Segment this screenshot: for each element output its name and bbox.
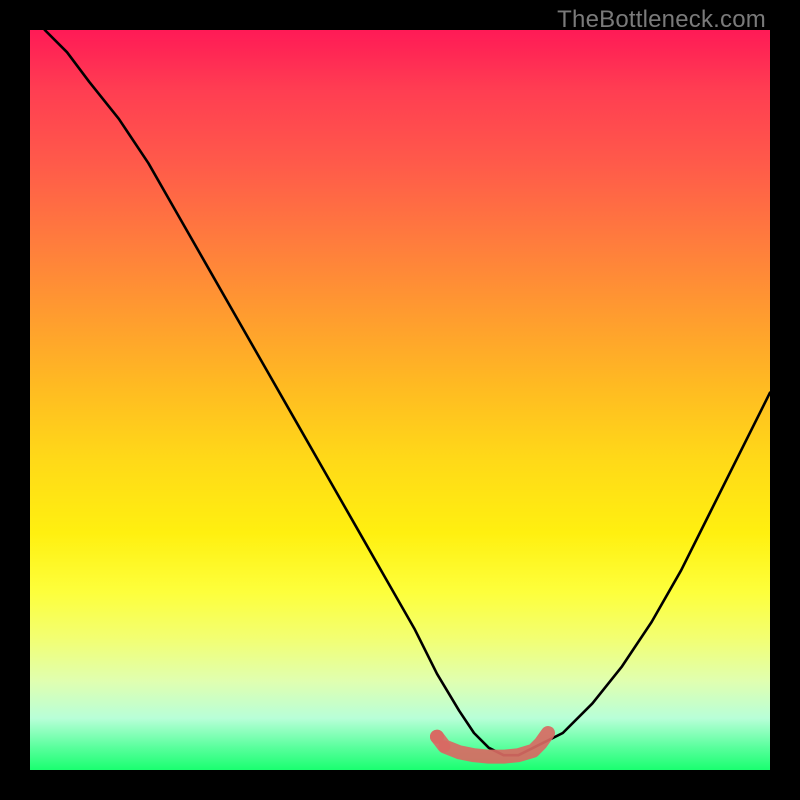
bottleneck-curve-line bbox=[45, 30, 770, 755]
chart-svg bbox=[30, 30, 770, 770]
valley-dot bbox=[438, 740, 450, 752]
plot-area bbox=[30, 30, 770, 770]
chart-container: TheBottleneck.com bbox=[0, 0, 800, 800]
valley-marker-line bbox=[437, 733, 548, 757]
